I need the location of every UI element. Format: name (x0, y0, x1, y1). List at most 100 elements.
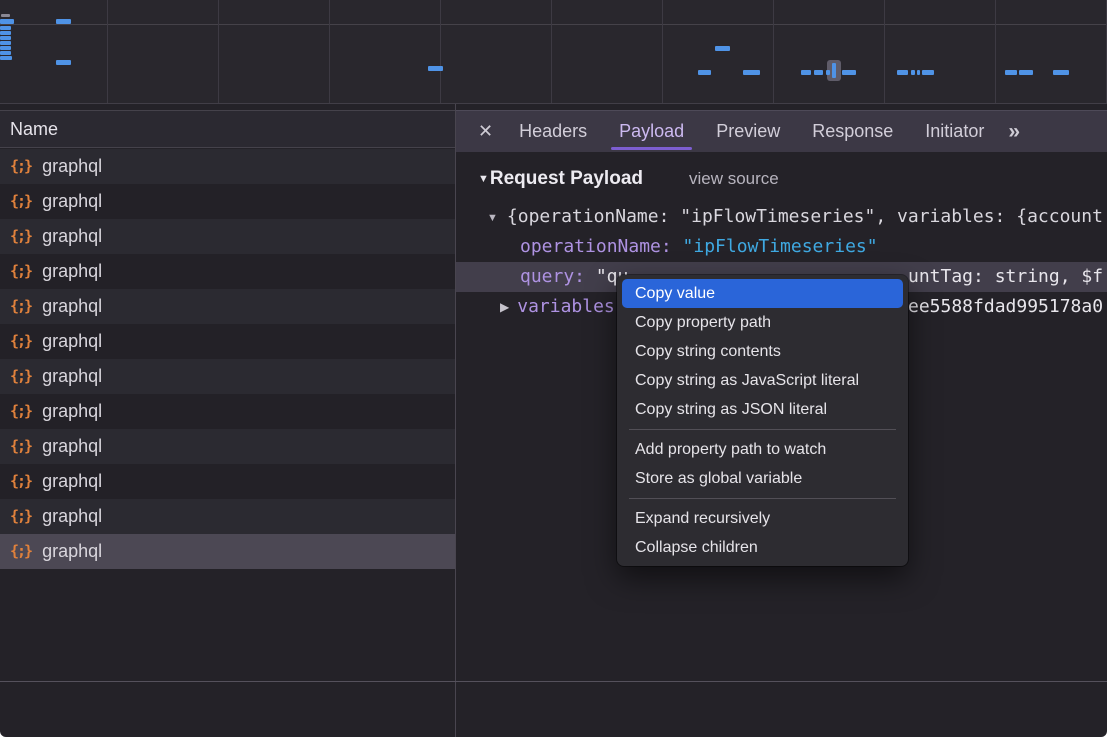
column-header-name[interactable]: Name (0, 110, 455, 148)
network-request-bar (0, 26, 11, 30)
json-braces-icon: {;} (10, 507, 31, 525)
request-name-label: graphql (42, 506, 102, 527)
request-row[interactable]: {;} graphql (0, 219, 455, 254)
expand-triangle-icon[interactable]: ▶ (500, 300, 509, 314)
request-name-label: graphql (42, 226, 102, 247)
timeline-vertical-gridline (995, 0, 996, 103)
menu-item-copy-property-path[interactable]: Copy property path (622, 308, 903, 337)
menu-item-copy-string-as-javascript-literal[interactable]: Copy string as JavaScript literal (622, 366, 903, 395)
request-row[interactable]: {;}graphql (0, 464, 455, 499)
network-request-bar (826, 70, 830, 75)
context-menu: Copy valueCopy property pathCopy string … (617, 275, 908, 566)
tab-label: Preview (716, 121, 780, 142)
tab-payload[interactable]: Payload (603, 111, 700, 152)
panel-vertical-divider[interactable] (455, 104, 456, 737)
request-name-label: graphql (42, 156, 102, 177)
property-value-right-fragment: untTag: string, $f (908, 262, 1103, 292)
network-request-bar (0, 56, 12, 60)
property-key: variables (517, 296, 615, 317)
network-request-bar (698, 70, 711, 75)
json-braces-icon: {;} (10, 437, 31, 455)
request-payload-section-header[interactable]: ▼ Request Payload view source (456, 164, 1107, 194)
network-request-bar (814, 70, 823, 75)
network-request-bar (922, 70, 934, 75)
network-request-bar (743, 70, 760, 75)
request-row[interactable]: {;}graphql (0, 289, 455, 324)
more-tabs-icon[interactable]: » (1008, 120, 1018, 144)
tab-label: Headers (519, 121, 587, 142)
request-name-label: graphql (42, 401, 102, 422)
request-row[interactable]: {;} graphql (0, 184, 455, 219)
network-request-bar (1005, 70, 1017, 75)
tab-label: Payload (619, 121, 684, 142)
network-request-bar (1, 14, 10, 17)
json-braces-icon: {;} (10, 332, 31, 350)
request-name-label: graphql (42, 191, 102, 212)
collapse-triangle-icon[interactable]: ▼ (478, 173, 489, 185)
network-request-bar (56, 19, 71, 24)
request-row[interactable]: {;}graphql (0, 254, 455, 289)
tab-initiator[interactable]: Initiator (909, 111, 1000, 152)
menu-item-copy-string-as-json-literal[interactable]: Copy string as JSON literal (622, 395, 903, 424)
tab-headers[interactable]: Headers (503, 111, 603, 152)
timeline-marker-bar (832, 63, 836, 78)
json-braces-icon: {;} (10, 367, 31, 385)
request-name-label: graphql (42, 331, 102, 352)
menu-item-collapse-children[interactable]: Collapse children (622, 533, 903, 562)
timeline-vertical-gridline (218, 0, 219, 103)
timeline-vertical-gridline (884, 0, 885, 103)
network-request-bar (0, 19, 14, 24)
menu-item-expand-recursively[interactable]: Expand recursively (622, 504, 903, 533)
request-row[interactable]: {;} graphql (0, 499, 455, 534)
network-request-bar (801, 70, 811, 75)
devtools-window: Name {;} graphql {;} graphql {;} graphql {;} gr… (0, 0, 1107, 737)
timeline-vertical-gridline (551, 0, 552, 103)
network-request-bar (0, 41, 11, 45)
view-source-link[interactable]: view source (689, 169, 779, 189)
request-row[interactable]: {;} graphql (0, 429, 455, 464)
timeline-vertical-gridline (329, 0, 330, 103)
network-request-bar (1019, 70, 1033, 75)
network-request-bar (842, 70, 856, 75)
expand-triangle-icon[interactable]: ▼ (487, 212, 498, 224)
property-key: query: (520, 266, 585, 287)
tab-items: Headers Payload Preview Response Initiator (503, 111, 1000, 152)
payload-operationname-row[interactable]: operationName:"ipFlowTimeseries" (456, 232, 1107, 262)
tab-preview[interactable]: Preview (700, 111, 796, 152)
network-request-bar (715, 46, 730, 51)
column-header-label: Name (10, 119, 58, 139)
request-name-label: graphql (42, 366, 102, 387)
tab-label: Response (812, 121, 893, 142)
menu-item-add-property-path-to-watch[interactable]: Add property path to watch (622, 435, 903, 464)
request-row[interactable]: {;}graphql (0, 534, 455, 569)
network-request-bar (0, 36, 11, 40)
payload-root-row[interactable]: ▼ {operationName: "ipFlowTimeseries", var… (456, 202, 1107, 232)
menu-item-copy-value[interactable]: Copy value (622, 279, 903, 308)
tab-response[interactable]: Response (796, 111, 909, 152)
request-row[interactable]: {;} graphql (0, 324, 455, 359)
payload-root-preview: {operationName: "ipFlowTimeseries", vari… (507, 206, 1103, 227)
json-braces-icon: {;} (10, 297, 31, 315)
json-braces-icon: {;} (10, 227, 31, 245)
menu-separator (629, 498, 896, 499)
request-row[interactable]: {;}graphql (0, 394, 455, 429)
timeline-vertical-gridline (107, 0, 108, 103)
menu-item-copy-string-contents[interactable]: Copy string contents (622, 337, 903, 366)
close-icon[interactable]: ✕ (478, 121, 493, 142)
tab-label: Initiator (925, 121, 984, 142)
network-request-bar (0, 31, 11, 35)
request-row[interactable]: {;}graphql (0, 149, 455, 184)
network-request-bar (428, 66, 443, 71)
network-request-bar (911, 70, 915, 75)
json-braces-icon: {;} (10, 542, 31, 560)
request-name-label: graphql (42, 436, 102, 457)
request-row[interactable]: {;} graphql (0, 359, 455, 394)
menu-item-store-as-global-variable[interactable]: Store as global variable (622, 464, 903, 493)
json-braces-icon: {;} (10, 192, 31, 210)
panel-horizontal-divider (0, 681, 1107, 682)
network-overview-timeline[interactable] (0, 0, 1107, 104)
menu-separator (629, 429, 896, 430)
detail-tab-bar: ✕ Headers Payload Preview Response Initiator… (456, 110, 1107, 152)
network-request-bar (56, 60, 71, 65)
property-value: "ipFlowTimeseries" (683, 236, 878, 257)
